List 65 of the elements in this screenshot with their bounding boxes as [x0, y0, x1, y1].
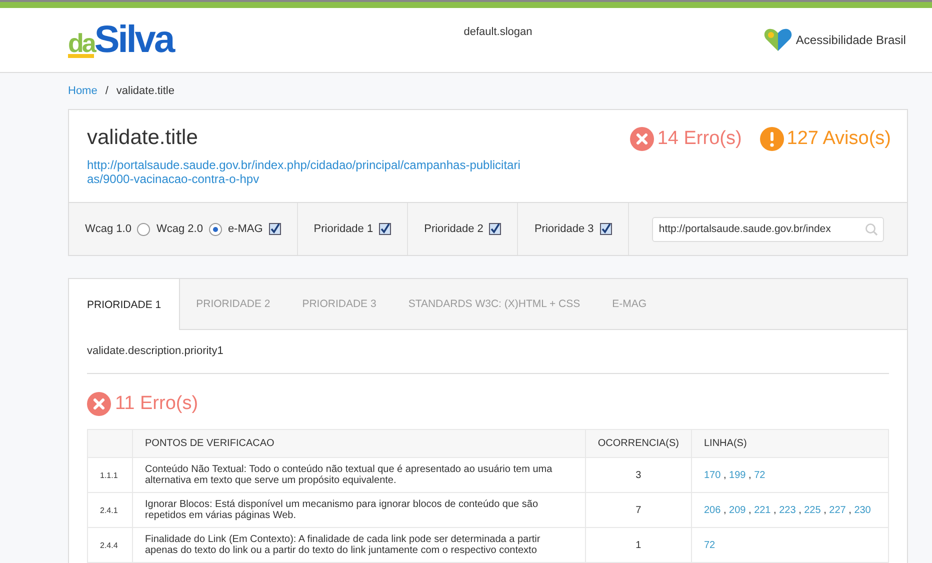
line-link[interactable]: 170 — [704, 470, 721, 480]
table-cell: Conteúdo Não Textual: Todo o conteúdo não textual que é apresentado ao usuário tem uma alternativa em texto que serve um propósito equivalente. — [132, 458, 586, 492]
column-header: OCORRENCIA(S) — [585, 430, 692, 458]
error-count: 14 Erro(s) — [657, 128, 742, 150]
slogan: default.slogan — [464, 26, 532, 38]
radio-button[interactable] — [137, 222, 150, 236]
warning-icon — [760, 127, 784, 151]
line-link[interactable]: 230 — [854, 504, 871, 516]
option-label: Wcag 1.0 — [85, 223, 132, 235]
separator-text: , — [774, 504, 776, 516]
line-link[interactable]: 72 — [754, 470, 766, 480]
radio-button[interactable] — [208, 222, 222, 236]
partner-link[interactable]: Acessibilidade Brasil — [796, 33, 906, 47]
url-link[interactable]: http://portalsaude.saude.gov.br/index.php/cidadao/principal/campanhas-publicitarias/9000-vacinacao-contra-o-hpv — [87, 158, 527, 186]
tab[interactable]: PRIORIDADE 1 — [69, 279, 180, 330]
option-label: e-MAG — [228, 223, 263, 235]
separator-text: , — [748, 470, 752, 480]
line-link[interactable]: 72 — [704, 540, 716, 550]
line-link[interactable]: 199 — [729, 470, 746, 480]
table-cell: 2.4.4 — [88, 528, 132, 562]
line-link[interactable]: 227 — [829, 504, 846, 516]
column-header: PONTOS DE VERIFICACAO — [132, 430, 586, 458]
separator-text: , — [748, 504, 752, 516]
table-cell: Finalidade do Link (Em Contexto): A finalidade de cada link pode ser determinada a partir apenas do texto do link ou a partir do texto do link juntamente com o respectivo contexto — [132, 528, 586, 562]
line-link[interactable]: 209 — [729, 504, 746, 516]
table-cell: 3 — [585, 458, 692, 492]
separator-text: , — [798, 504, 802, 516]
search-field[interactable]: http://portalsaude.saude.gov.br/index — [652, 216, 884, 242]
description: validate.description.priority1 — [87, 345, 889, 374]
checkbox[interactable] — [379, 223, 392, 235]
option-label: Wcag 2.0 — [156, 223, 203, 235]
table-cell: 1.1.1 — [88, 458, 132, 492]
tab[interactable]: E-MAG — [596, 279, 663, 329]
table-cell: Ignorar Blocos: Está disponível um mecanismo para ignorar blocos de conteúdo que são repetidos em várias páginas Web. — [132, 492, 586, 528]
logo[interactable]: daSilva — [68, 21, 174, 59]
error-heading: 11 Erro(s) — [115, 393, 198, 415]
breadcrumb-link[interactable]: Home — [68, 85, 98, 97]
tab[interactable]: PRIORIDADE 2 — [180, 279, 286, 329]
table-cell: 2.4.1 — [88, 492, 132, 528]
error-icon — [87, 392, 111, 416]
heart-icon — [762, 28, 793, 52]
table-cell: 7 — [585, 492, 692, 528]
line-link[interactable]: 225 — [804, 504, 821, 516]
option-label: Prioridade 2 — [424, 223, 484, 235]
line-link[interactable]: 223 — [779, 504, 796, 516]
warning-count: 127 Aviso(s) — [786, 128, 891, 150]
error-icon — [630, 127, 654, 151]
tab[interactable]: STANDARDS W3C: (X)HTML + CSS — [392, 279, 596, 329]
breadcrumb-current: validate.title — [116, 85, 174, 97]
breadcrumb-separator: / — [105, 85, 108, 97]
table-cell: 1 — [585, 528, 692, 562]
option-label: Prioridade 1 — [314, 223, 374, 235]
checkbox[interactable] — [489, 223, 502, 235]
separator-text: , — [723, 470, 726, 480]
page-title: validate.title — [87, 126, 199, 150]
tab[interactable]: PRIORIDADE 3 — [286, 279, 392, 329]
line-link[interactable]: 221 — [754, 504, 771, 516]
checkbox[interactable] — [268, 223, 281, 235]
separator-text: , — [848, 504, 852, 516]
column-header: LINHA(S) — [692, 430, 888, 458]
separator-text: , — [824, 504, 826, 516]
separator-text: , — [723, 504, 726, 516]
option-label: Prioridade 3 — [534, 223, 594, 235]
line-link[interactable]: 206 — [704, 504, 721, 516]
checkbox[interactable] — [600, 223, 612, 235]
